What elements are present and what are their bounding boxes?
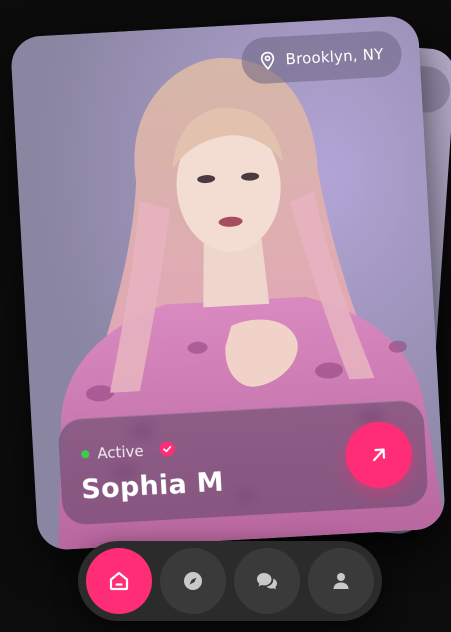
compass-icon [184, 572, 202, 590]
status-row: Active [81, 439, 178, 464]
nav-home-button[interactable] [86, 548, 152, 614]
nav-profile-button[interactable] [308, 548, 374, 614]
nav-messages-button[interactable] [234, 548, 300, 614]
location-text: Brooklyn, NY [285, 44, 384, 69]
profile-card[interactable]: Brooklyn, NY Active Sophia M [9, 15, 447, 551]
status-text: Active [96, 441, 145, 463]
profile-info-panel: Active Sophia M [57, 399, 429, 526]
location-pill[interactable]: Brooklyn, NY [240, 29, 403, 85]
nav-explore-button[interactable] [160, 548, 226, 614]
arrow-up-right-icon [373, 448, 386, 462]
profile-icon [333, 573, 349, 589]
profile-name: Sophia M [80, 466, 225, 506]
bottom-nav-bar [78, 541, 382, 621]
open-profile-button[interactable] [344, 420, 414, 490]
verified-badge-icon [159, 440, 176, 458]
chat-icon [257, 573, 277, 590]
location-pin-icon [260, 51, 275, 70]
screen: Y [0, 0, 451, 632]
active-status-dot [81, 450, 90, 459]
home-icon [109, 571, 129, 591]
